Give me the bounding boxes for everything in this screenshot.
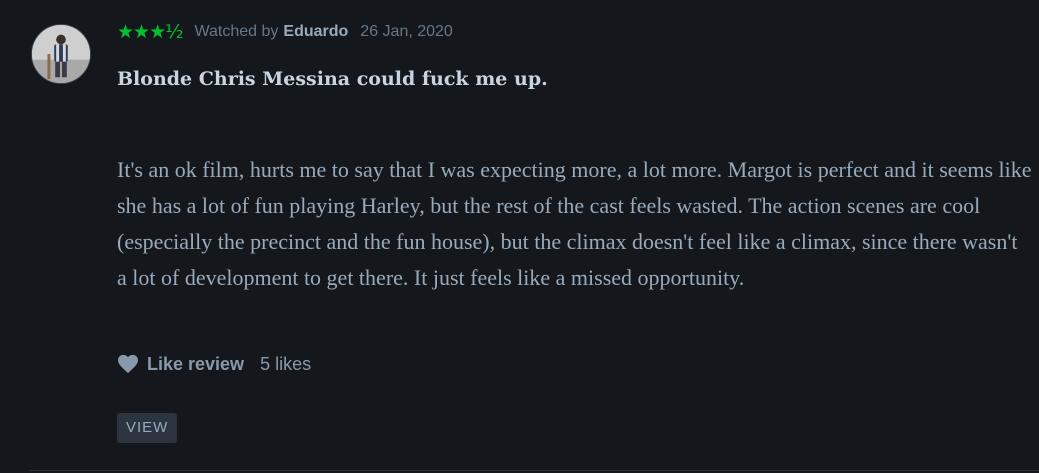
review-meta: ★★★½ Watched by Eduardo 26 Jan, 2020 [117,21,453,43]
view-button[interactable]: VIEW [117,413,178,443]
heart-icon[interactable] [117,354,139,374]
user-avatar-photo-icon [32,25,90,83]
author-link[interactable]: Eduardo [283,23,348,41]
review-date[interactable]: 26 Jan, 2020 [360,23,453,41]
likes-count[interactable]: 5 likes [260,354,311,375]
like-review-button[interactable]: Like review [147,354,244,375]
rating-stars: ★★★½ [117,20,184,43]
divider [30,470,1039,471]
like-row: Like review 5 likes [117,351,311,377]
watched-by-label: Watched by [194,23,279,40]
avatar[interactable] [31,24,91,84]
review-body: It's an ok film, hurts me to say that I … [117,157,1032,290]
review-title: Blonde Chris Messina could fuck me up. [117,68,548,90]
